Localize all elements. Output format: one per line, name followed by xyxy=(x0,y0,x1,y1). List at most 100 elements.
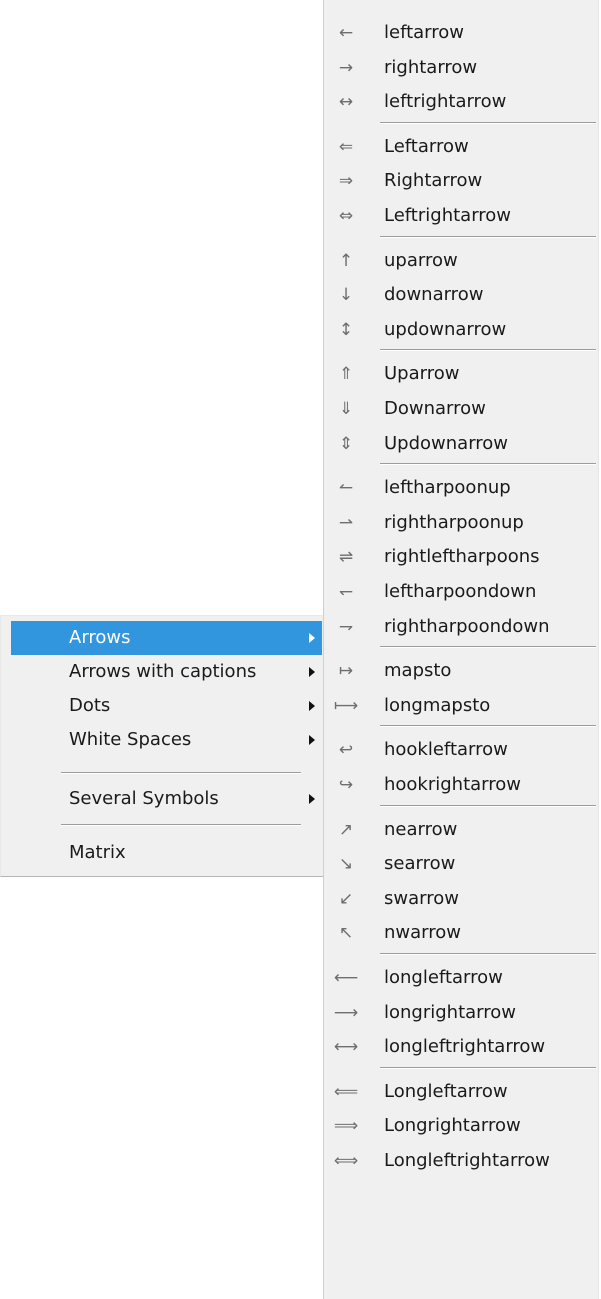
menu-separator xyxy=(61,824,301,826)
menu-item-arrows-with-captions[interactable]: Arrows with captions xyxy=(11,655,322,689)
menu-item-label: White Spaces xyxy=(69,729,192,750)
submenu-separator xyxy=(380,122,596,124)
submenu-item-leftharpoonup[interactable]: ↼ leftharpoonup xyxy=(324,471,598,505)
submenu-item-downarrow[interactable]: ⇓ Downarrow xyxy=(324,392,598,426)
arrow-symbol-icon: ↓ xyxy=(338,285,354,305)
arrow-symbol-icon: ↼ xyxy=(338,478,354,498)
submenu-item-rightarrow[interactable]: ⇒ Rightarrow xyxy=(324,164,598,198)
arrow-symbol-icon: ⇕ xyxy=(338,434,354,454)
submenu-item-hookleftarrow[interactable]: ↩ hookleftarrow xyxy=(324,733,598,767)
submenu-item-longleftarrow[interactable]: ⟸ Longleftarrow xyxy=(324,1075,598,1109)
arrow-symbol-icon: ⇔ xyxy=(338,206,354,226)
arrow-symbol-icon: ↔ xyxy=(338,92,354,112)
arrow-symbol-icon: ⟸ xyxy=(333,1082,359,1102)
menu-item-label: Dots xyxy=(69,695,111,716)
arrow-symbol-icon: ← xyxy=(338,23,354,43)
submenu-item-nwarrow[interactable]: ↖ nwarrow xyxy=(324,916,598,950)
submenu-separator xyxy=(380,725,596,727)
submenu-separator xyxy=(380,236,596,238)
submenu-item-label: leftarrow xyxy=(384,22,465,43)
submenu-item-label: updownarrow xyxy=(384,319,507,340)
arrow-symbol-icon: ⟶ xyxy=(333,1003,359,1023)
submenu-separator xyxy=(380,349,596,351)
menu-item-matrix[interactable]: Matrix xyxy=(11,836,322,870)
arrows-submenu: ← leftarrow → rightarrow ↔ leftrightarrow ⇐ Lef… xyxy=(323,0,599,1299)
arrow-symbol-icon: ↪ xyxy=(338,775,354,795)
submenu-item-label: longmapsto xyxy=(384,695,491,716)
submenu-item-leftrightarrow[interactable]: ↔ leftrightarrow xyxy=(324,85,598,119)
submenu-item-label: Uparrow xyxy=(384,363,460,384)
submenu-item-updownarrow[interactable]: ⇕ Updownarrow xyxy=(324,427,598,461)
submenu-separator xyxy=(380,1067,596,1069)
submenu-item-leftarrow[interactable]: ⇐ Leftarrow xyxy=(324,130,598,164)
arrow-symbol-icon: ⇑ xyxy=(338,364,354,384)
arrow-symbol-icon: ↕ xyxy=(338,320,354,340)
submenu-item-longrightarrow[interactable]: ⟶ longrightarrow xyxy=(324,996,598,1030)
submenu-separator xyxy=(380,646,596,648)
submenu-item-uparrow[interactable]: ↑ uparrow xyxy=(324,244,598,278)
arrow-symbol-icon: ↖ xyxy=(338,923,354,943)
arrow-symbol-icon: ⇁ xyxy=(338,617,354,637)
submenu-item-label: downarrow xyxy=(384,284,484,305)
submenu-item-label: swarrow xyxy=(384,888,459,909)
submenu-item-label: hookrightarrow xyxy=(384,774,522,795)
arrow-symbol-icon: ↘ xyxy=(338,854,354,874)
submenu-item-rightleftharpoons[interactable]: ⇌ rightleftharpoons xyxy=(324,540,598,574)
menu-item-label: Arrows with captions xyxy=(69,661,257,682)
submenu-item-label: nwarrow xyxy=(384,922,461,943)
submenu-item-label: Downarrow xyxy=(384,398,486,419)
submenu-item-label: rightleftharpoons xyxy=(384,546,540,567)
submenu-item-label: rightarrow xyxy=(384,57,478,78)
arrow-symbol-icon: ↙ xyxy=(338,889,354,909)
arrow-symbol-icon: ⇓ xyxy=(338,399,354,419)
submenu-item-rightharpoondown[interactable]: ⇁ rightharpoondown xyxy=(324,610,598,644)
arrow-symbol-icon: ⇀ xyxy=(338,513,354,533)
menu-separator xyxy=(61,772,301,774)
submenu-arrow-icon xyxy=(309,794,315,804)
menu-item-several-symbols[interactable]: Several Symbols xyxy=(11,782,322,816)
arrow-symbol-icon: ⟼ xyxy=(333,696,359,716)
submenu-item-updownarrow[interactable]: ↕ updownarrow xyxy=(324,313,598,347)
arrow-symbol-icon: → xyxy=(338,58,354,78)
submenu-item-label: Leftarrow xyxy=(384,136,469,157)
submenu-item-uparrow[interactable]: ⇑ Uparrow xyxy=(324,357,598,391)
submenu-item-longrightarrow[interactable]: ⟹ Longrightarrow xyxy=(324,1109,598,1143)
submenu-item-leftrightarrow[interactable]: ⇔ Leftrightarrow xyxy=(324,199,598,233)
submenu-item-label: longrightarrow xyxy=(384,1002,516,1023)
arrow-symbol-icon: ↦ xyxy=(338,661,354,681)
arrow-symbol-icon: ⟷ xyxy=(333,1037,359,1057)
submenu-item-downarrow[interactable]: ↓ downarrow xyxy=(324,278,598,312)
submenu-arrow-icon xyxy=(309,667,315,677)
submenu-item-label: hookleftarrow xyxy=(384,739,508,760)
submenu-item-label: uparrow xyxy=(384,250,458,271)
submenu-item-rightharpoonup[interactable]: ⇀ rightharpoonup xyxy=(324,506,598,540)
submenu-item-nearrow[interactable]: ↗ nearrow xyxy=(324,813,598,847)
submenu-item-longleftrightarrow[interactable]: ⟺ Longleftrightarrow xyxy=(324,1144,598,1178)
submenu-item-label: mapsto xyxy=(384,660,452,681)
arrow-symbol-icon: ⇐ xyxy=(338,137,354,157)
arrow-symbol-icon: ↑ xyxy=(338,251,354,271)
submenu-item-mapsto[interactable]: ↦ mapsto xyxy=(324,654,598,688)
submenu-item-label: longleftarrow xyxy=(384,967,503,988)
submenu-item-label: leftharpoondown xyxy=(384,581,537,602)
menu-item-white-spaces[interactable]: White Spaces xyxy=(11,723,322,757)
submenu-item-label: Updownarrow xyxy=(384,433,509,454)
submenu-item-label: Longrightarrow xyxy=(384,1115,521,1136)
main-context-menu: Arrows Arrows with captions Dots White S… xyxy=(0,615,325,877)
submenu-item-rightarrow[interactable]: → rightarrow xyxy=(324,51,598,85)
menu-item-dots[interactable]: Dots xyxy=(11,689,322,723)
submenu-item-swarrow[interactable]: ↙ swarrow xyxy=(324,882,598,916)
submenu-item-longleftrightarrow[interactable]: ⟷ longleftrightarrow xyxy=(324,1030,598,1064)
submenu-separator xyxy=(380,953,596,955)
menu-item-arrows[interactable]: Arrows xyxy=(11,621,322,655)
arrow-symbol-icon: ⟵ xyxy=(333,968,359,988)
submenu-item-longleftarrow[interactable]: ⟵ longleftarrow xyxy=(324,961,598,995)
arrow-symbol-icon: ↽ xyxy=(338,582,354,602)
menu-item-label: Arrows xyxy=(69,627,131,648)
submenu-item-label: rightharpoonup xyxy=(384,512,524,533)
submenu-item-leftarrow[interactable]: ← leftarrow xyxy=(324,16,598,50)
submenu-item-longmapsto[interactable]: ⟼ longmapsto xyxy=(324,689,598,723)
submenu-item-leftharpoondown[interactable]: ↽ leftharpoondown xyxy=(324,575,598,609)
submenu-item-hookrightarrow[interactable]: ↪ hookrightarrow xyxy=(324,768,598,802)
submenu-item-searrow[interactable]: ↘ searrow xyxy=(324,847,598,881)
